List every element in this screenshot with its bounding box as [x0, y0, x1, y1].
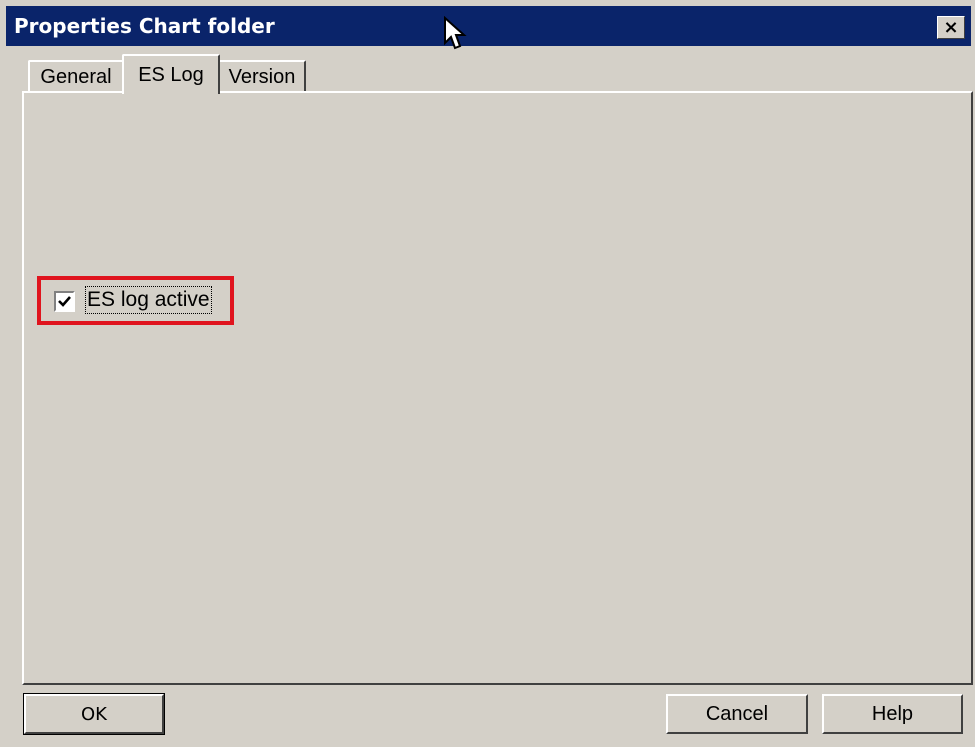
es-log-active-label[interactable]: ES log active: [85, 286, 212, 314]
properties-dialog: Properties Chart folder × General ES Log…: [0, 0, 975, 747]
tab-version[interactable]: Version: [218, 60, 306, 92]
help-button-label: Help: [871, 702, 914, 725]
close-icon: ×: [943, 16, 959, 38]
arrow-cursor-icon: [444, 16, 467, 50]
ok-button[interactable]: OK: [23, 693, 165, 735]
window-title: Properties Chart folder: [14, 14, 275, 38]
tab-general[interactable]: General: [28, 60, 124, 92]
tab-es-log[interactable]: ES Log: [122, 54, 220, 94]
title-bar[interactable]: Properties Chart folder ×: [6, 6, 971, 46]
close-button[interactable]: ×: [937, 16, 965, 39]
tab-panel-es-log: [22, 91, 973, 685]
checkmark-icon: [58, 296, 71, 307]
es-log-active-checkbox[interactable]: [54, 291, 75, 312]
cancel-button[interactable]: Cancel: [666, 694, 808, 734]
cancel-button-label: Cancel: [705, 702, 769, 725]
help-button[interactable]: Help: [822, 694, 963, 734]
ok-button-label: OK: [81, 703, 107, 725]
